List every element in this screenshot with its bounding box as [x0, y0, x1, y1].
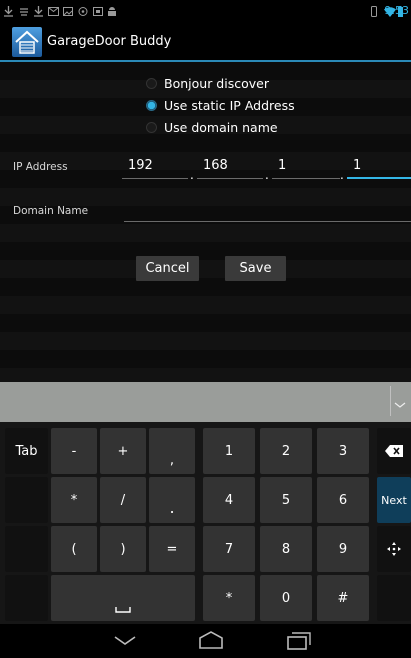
domain-name-label: Domain Name	[13, 205, 89, 217]
suggestion-divider	[390, 386, 391, 416]
download-icon	[4, 6, 13, 17]
key-6[interactable]: 6	[317, 477, 369, 523]
key-slash[interactable]: /	[100, 477, 146, 523]
vibrate-icon	[371, 6, 377, 17]
key-close-paren[interactable]: )	[100, 526, 146, 572]
key-comma[interactable]: ,	[149, 428, 195, 474]
key-hash[interactable]: #	[317, 575, 369, 621]
backspace-icon	[385, 445, 403, 457]
android-icon	[108, 7, 116, 16]
recents-icon[interactable]	[287, 632, 311, 650]
ip-octet-3-input[interactable]: 1	[272, 157, 340, 179]
numeric-keyboard: Tab - + , 1 2 3 * / . 4 5 6 Next ( ) = 7…	[0, 422, 411, 624]
key-9[interactable]: 9	[317, 526, 369, 572]
key-2[interactable]: 2	[260, 428, 312, 474]
ip-separator: .	[190, 168, 194, 182]
ip-separator: .	[340, 168, 344, 182]
space-icon	[115, 607, 131, 613]
ip-separator: .	[265, 168, 269, 182]
app-title: GarageDoor Buddy	[47, 34, 172, 49]
cancel-button[interactable]: Cancel	[136, 256, 199, 281]
key-5[interactable]: 5	[260, 477, 312, 523]
save-button[interactable]: Save	[225, 256, 286, 281]
key-4[interactable]: 4	[203, 477, 255, 523]
key-tab[interactable]: Tab	[5, 428, 48, 474]
settings-form: Bonjour discover Use static IP Address U…	[0, 62, 411, 382]
key-space[interactable]	[51, 575, 195, 621]
home-icon[interactable]	[198, 630, 224, 650]
key-asterisk[interactable]: *	[51, 477, 97, 523]
mail-icon	[48, 7, 59, 16]
key-1[interactable]: 1	[203, 428, 255, 474]
action-bar: GarageDoor Buddy	[0, 24, 411, 62]
option-static-ip[interactable]: Use static IP Address	[146, 94, 295, 116]
sync-icon	[78, 7, 88, 16]
key-blank	[5, 526, 48, 572]
key-period[interactable]: .	[149, 477, 195, 523]
key-7[interactable]: 7	[203, 526, 255, 572]
screenshot-icon	[93, 7, 103, 16]
download-icon	[34, 6, 43, 17]
radio-unchecked-icon	[146, 121, 157, 133]
status-bar: 9:53	[0, 0, 411, 24]
key-open-paren[interactable]: (	[51, 526, 97, 572]
option-bonjour-discover[interactable]: Bonjour discover	[146, 72, 269, 94]
key-asterisk[interactable]: *	[203, 575, 255, 621]
option-label: Bonjour discover	[164, 75, 269, 91]
house-icon[interactable]	[12, 27, 42, 57]
chevron-down-icon[interactable]	[393, 398, 407, 412]
key-blank	[377, 575, 411, 621]
option-domain-name[interactable]: Use domain name	[146, 116, 278, 138]
key-next[interactable]: Next	[377, 477, 411, 523]
ip-address-label: IP Address	[13, 161, 68, 173]
key-cursor-move[interactable]	[377, 526, 411, 572]
key-blank	[5, 575, 48, 621]
key-equals[interactable]: =	[149, 526, 195, 572]
key-0[interactable]: 0	[260, 575, 312, 621]
usb-icon	[20, 8, 28, 16]
key-minus[interactable]: -	[51, 428, 97, 474]
key-plus[interactable]: +	[100, 428, 146, 474]
key-blank	[5, 477, 48, 523]
key-8[interactable]: 8	[260, 526, 312, 572]
radio-checked-icon	[146, 99, 157, 111]
key-backspace[interactable]	[377, 428, 411, 474]
keyboard-suggestion-strip	[0, 382, 411, 422]
option-label: Use domain name	[164, 119, 278, 135]
navigation-bar	[0, 624, 411, 658]
ip-octet-2-input[interactable]: 168	[197, 157, 263, 179]
back-icon[interactable]	[114, 636, 136, 646]
cursor-move-icon	[387, 542, 401, 556]
ip-octet-4-input[interactable]: 1	[347, 157, 411, 179]
key-3[interactable]: 3	[317, 428, 369, 474]
domain-name-input[interactable]	[124, 212, 411, 222]
radio-unchecked-icon	[146, 77, 157, 89]
status-time: 9:53	[384, 4, 409, 17]
image-icon	[63, 7, 73, 16]
ip-octet-1-input[interactable]: 192	[122, 157, 188, 179]
option-label: Use static IP Address	[164, 97, 295, 113]
